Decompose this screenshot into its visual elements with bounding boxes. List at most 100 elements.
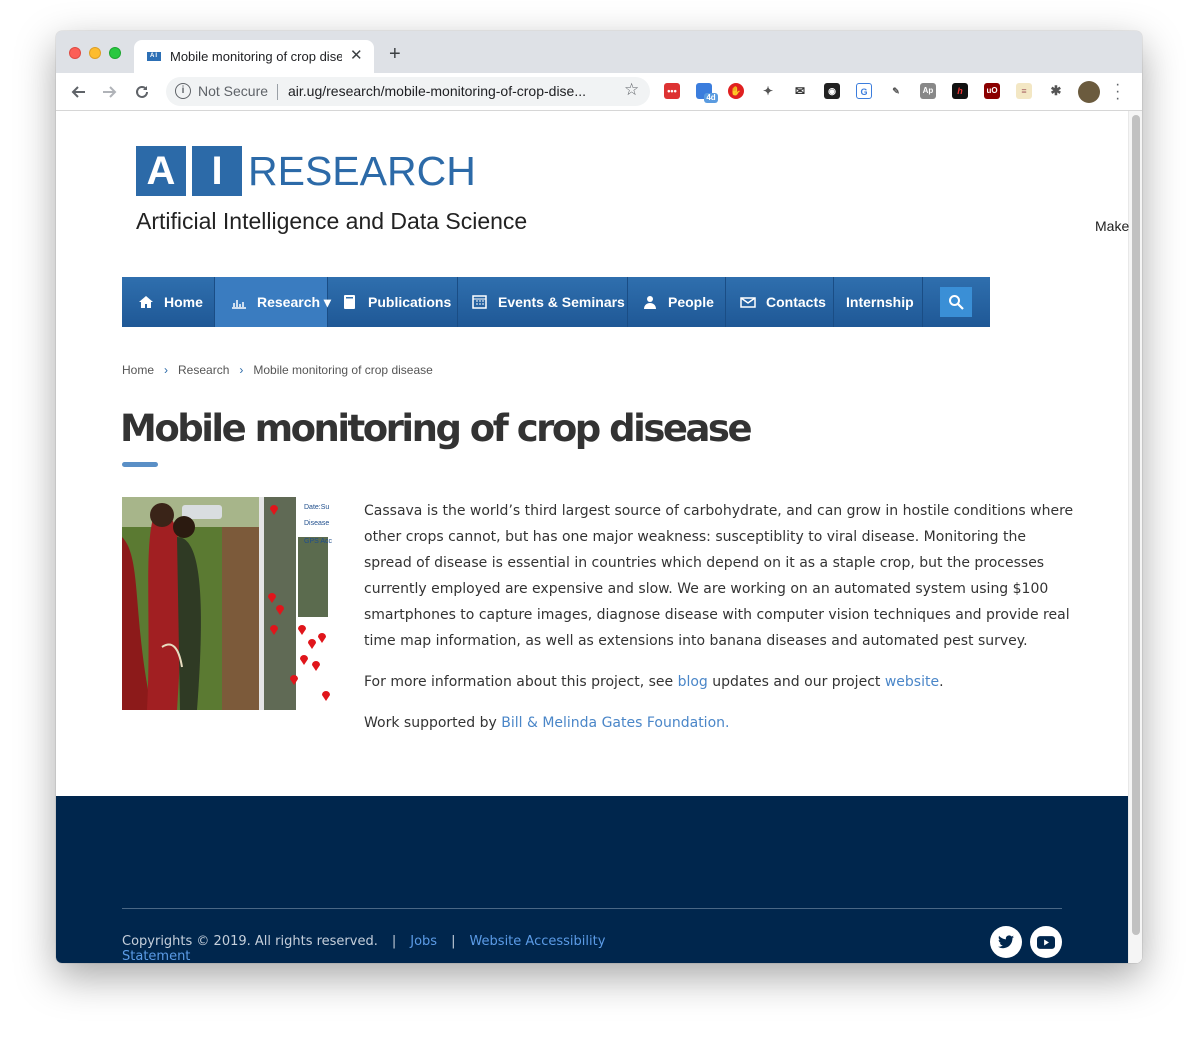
extension-red-icon[interactable]: ••• [664, 83, 680, 99]
site-footer: Copyrights © 2019. All rights reserved. |… [56, 796, 1128, 963]
maximize-window-button[interactable] [109, 47, 121, 59]
footer-separator: | [391, 934, 397, 949]
logo-research: RESEARCH [248, 148, 476, 194]
close-window-button[interactable] [69, 47, 81, 59]
logo-i: I [192, 146, 242, 196]
extension-note-icon[interactable]: ≡ [1016, 83, 1032, 99]
back-arrow-icon[interactable] [70, 84, 86, 100]
extension-stop-icon[interactable]: ✋ [728, 83, 744, 99]
nav-internship-label: Internship [846, 294, 914, 310]
gates-foundation-link[interactable]: Bill & Melinda Gates Foundation. [501, 715, 729, 731]
nav-home-label: Home [164, 294, 203, 310]
extension-ap-icon[interactable]: Ap [920, 83, 936, 99]
search-icon [949, 295, 964, 310]
ublock-icon[interactable]: uO [984, 83, 1000, 99]
nav-research-label: Research ▾ [257, 294, 331, 310]
youtube-icon [1037, 936, 1055, 949]
title-underline [122, 462, 158, 467]
extension-glasses-icon[interactable]: ◉ [824, 83, 840, 99]
image-label-date: Date:Su [304, 504, 329, 511]
nav-contacts[interactable]: Contacts [726, 277, 834, 327]
copyright-text: Copyrights © 2019. All rights reserved. [122, 934, 378, 949]
new-tab-button[interactable]: + [389, 43, 401, 66]
nav-people[interactable]: People [628, 277, 726, 327]
mail-icon[interactable]: ✉ [792, 83, 808, 99]
search-button[interactable] [940, 287, 972, 317]
extension-h-icon[interactable]: h [952, 83, 968, 99]
nav-events[interactable]: Events & Seminars [458, 277, 628, 327]
favicon-icon: AI [147, 52, 161, 61]
p3-before-text: Work supported by [364, 715, 502, 731]
p2-middle-text: updates and our project [707, 674, 885, 690]
extension-badge: 4d [704, 93, 718, 103]
blog-link[interactable]: blog [678, 674, 708, 690]
nav-internship[interactable]: Internship [834, 277, 923, 327]
home-icon [139, 296, 153, 308]
address-bar[interactable]: i Not Secure air.ug/research/mobile-moni… [166, 77, 650, 106]
person-icon [644, 296, 656, 309]
make-text: Make [1095, 218, 1130, 234]
youtube-button[interactable] [1030, 926, 1062, 958]
breadcrumb-home[interactable]: Home [122, 363, 154, 377]
footer-divider [122, 908, 1062, 909]
logo-a: A [136, 146, 186, 196]
scrollbar-thumb[interactable] [1132, 115, 1140, 935]
url-text[interactable]: air.ug/research/mobile-monitoring-of-cro… [288, 83, 618, 99]
tab-close-icon[interactable]: ✕ [350, 46, 363, 64]
accessibility-link-statement[interactable]: Statement [122, 949, 190, 963]
bookmark-star-icon[interactable]: ☆ [624, 80, 639, 100]
extensions-puzzle-icon[interactable]: ✱ [1048, 83, 1064, 99]
breadcrumb-research[interactable]: Research [178, 363, 229, 377]
tab-title: Mobile monitoring of crop disease [170, 49, 342, 64]
footer-separator: | [451, 934, 456, 949]
footer-links: Copyrights © 2019. All rights reserved. |… [122, 934, 605, 949]
page-viewport: A I RESEARCH Artificial Intelligence and… [56, 111, 1142, 963]
profile-avatar[interactable] [1078, 81, 1100, 103]
breadcrumb-current: Mobile monitoring of crop disease [253, 363, 433, 377]
divider [277, 84, 278, 100]
nav-contacts-label: Contacts [766, 294, 826, 310]
calendar-icon [472, 295, 487, 309]
reload-icon[interactable] [134, 84, 150, 100]
extension-pencil-icon[interactable]: ✎ [888, 83, 904, 99]
article-content: Cassava is the world’s third largest sou… [364, 498, 1074, 751]
image-label-gps: GPS Acc [304, 538, 333, 545]
p2-after-text: . [939, 674, 944, 690]
browser-tab-active[interactable]: AI Mobile monitoring of crop disease ✕ [134, 40, 374, 73]
security-status[interactable]: Not Secure [198, 83, 268, 99]
envelope-icon [740, 297, 756, 308]
breadcrumb: Home › Research › Mobile monitoring of crop … [122, 363, 433, 377]
jobs-link[interactable]: Jobs [410, 934, 437, 949]
image-label-disease: Disease [304, 520, 329, 527]
site-tagline: Artificial Intelligence and Data Science [136, 208, 528, 234]
nav-research[interactable]: Research ▾ [215, 277, 331, 327]
project-image-graphic: Date:Su Disease GPS Acc [122, 497, 334, 710]
extension-translate-icon[interactable]: G [856, 83, 872, 99]
nav-publications[interactable]: Publications [328, 277, 458, 327]
project-image: Date:Su Disease GPS Acc [122, 497, 334, 710]
twitter-icon [998, 935, 1014, 949]
nav-publications-label: Publications [368, 294, 452, 310]
accessibility-link[interactable]: Website Accessibility [469, 934, 605, 949]
p2-before-text: For more information about this project,… [364, 674, 678, 690]
browser-menu-icon[interactable]: · · · [1115, 77, 1120, 107]
page-title: Mobile monitoring of crop disease [120, 407, 753, 450]
main-navigation: Home Research ▾ Publications Events & Se… [122, 277, 990, 327]
nav-events-label: Events & Seminars [498, 294, 625, 310]
paragraph-description: Cassava is the world’s third largest sou… [364, 503, 1074, 649]
nav-people-label: People [668, 294, 714, 310]
browser-window: AI Mobile monitoring of crop disease ✕ +… [56, 31, 1142, 963]
dropbox-icon[interactable]: ✦ [760, 83, 776, 99]
forward-arrow-icon[interactable] [102, 84, 118, 100]
twitter-button[interactable] [990, 926, 1022, 958]
tab-strip: AI Mobile monitoring of crop disease ✕ + [56, 31, 1142, 73]
paragraph-funding: Work supported by Bill & Melinda Gates F… [364, 710, 1074, 736]
website-link[interactable]: website [885, 674, 939, 690]
info-icon[interactable]: i [175, 83, 191, 99]
breadcrumb-separator: › [239, 363, 244, 377]
paragraph-more-info: For more information about this project,… [364, 669, 1074, 695]
nav-home[interactable]: Home [122, 277, 215, 327]
breadcrumb-separator: › [164, 363, 169, 377]
book-icon [344, 295, 355, 309]
minimize-window-button[interactable] [89, 47, 101, 59]
